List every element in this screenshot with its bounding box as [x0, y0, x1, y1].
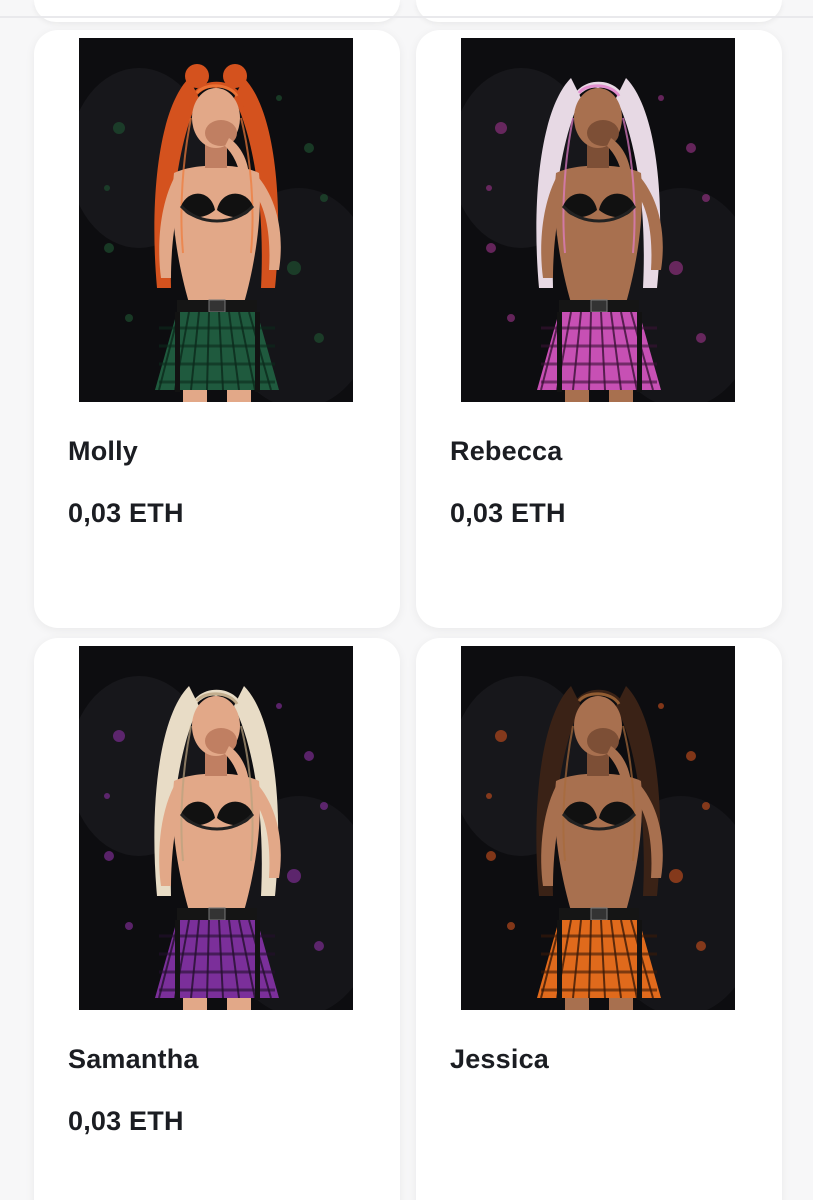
previous-card-edge-right: [416, 0, 782, 22]
nft-card[interactable]: Samantha 0,03 ETH: [34, 638, 400, 1200]
nft-title: Rebecca: [450, 436, 563, 466]
nft-artwork-image[interactable]: [461, 38, 735, 402]
nft-card[interactable]: Rebecca 0,03 ETH: [416, 30, 782, 628]
nft-card[interactable]: Molly 0,03 ETH: [34, 30, 400, 628]
figure-illustration: [79, 646, 353, 1010]
nft-price: 0,03 ETH: [450, 498, 566, 528]
nft-gallery-page: Molly 0,03 ETH Rebecca 0,03 ETH Samantha…: [0, 0, 813, 1200]
nft-artwork-image[interactable]: [79, 646, 353, 1010]
nft-title: Samantha: [68, 1044, 199, 1074]
nft-artwork-image[interactable]: [461, 646, 735, 1010]
nft-card[interactable]: Jessica: [416, 638, 782, 1200]
figure-illustration: [461, 646, 735, 1010]
nft-title: Molly: [68, 436, 139, 466]
nft-artwork-image[interactable]: [79, 38, 353, 402]
nft-price: 0,03 ETH: [68, 498, 184, 528]
figure-illustration: [461, 38, 735, 402]
nft-title: Jessica: [450, 1044, 549, 1074]
figure-illustration: [79, 38, 353, 402]
divider: [0, 16, 813, 18]
nft-price: 0,03 ETH: [68, 1106, 184, 1136]
previous-card-edge-left: [34, 0, 400, 22]
